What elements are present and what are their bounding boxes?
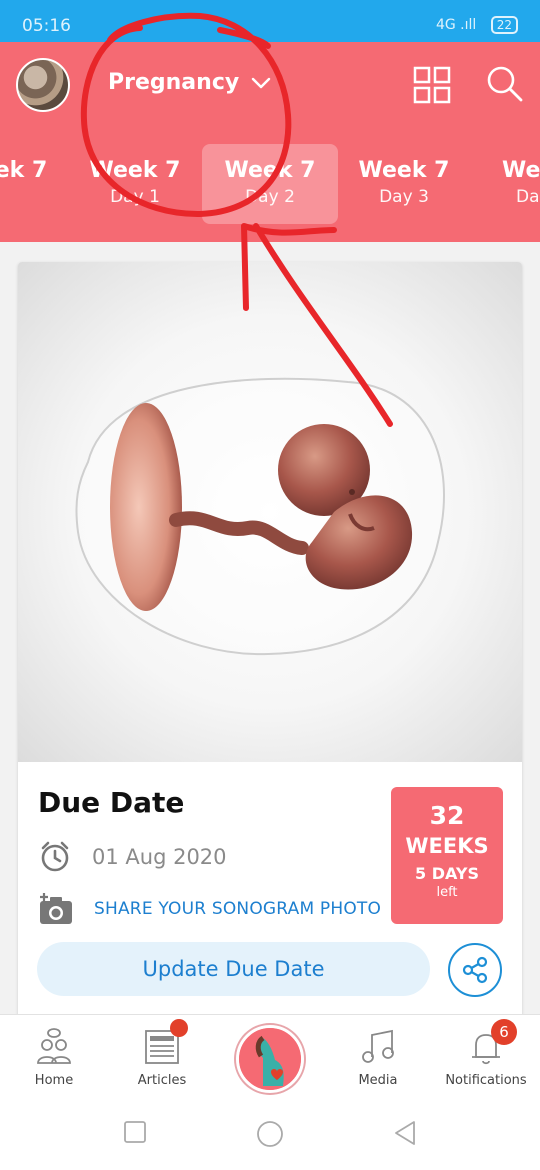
nav-home[interactable]: Home [0,1015,108,1103]
recents-icon[interactable] [123,1120,147,1144]
fetus-illustration [18,262,522,762]
share-sonogram-row[interactable]: SHARE YOUR SONOGRAM PHOTO [38,892,381,926]
search-icon[interactable] [485,64,525,104]
status-indicators: 4G .ıll 22 [436,16,518,34]
week-label: Week 7 [89,158,181,183]
weeks-number: 32 [429,801,465,830]
due-date-value: 01 Aug 2020 [92,845,227,869]
notifications-badge: 6 [491,1019,517,1045]
week-label: Wee [502,158,540,183]
mode-selector[interactable]: Pregnancy [108,70,271,95]
day-label: Da [516,187,540,207]
nav-media-label: Media [358,1073,398,1088]
weeks-left-badge: 32 WEEKS 5 DAYS left [391,787,503,924]
battery-indicator: 22 [490,16,518,34]
chevron-down-icon [251,77,271,89]
day-label: Day 3 [379,187,429,207]
week-item[interactable]: Week 7 Day 3 [336,158,472,207]
pregnant-woman-icon [239,1028,301,1090]
nav-articles-label: Articles [137,1073,187,1088]
due-date-card: Due Date 01 Aug 2020 SHARE YOUR SONOGRAM… [18,262,522,1014]
share-sonogram-link[interactable]: SHARE YOUR SONOGRAM PHOTO [94,899,381,919]
nav-articles[interactable]: Articles [108,1015,216,1103]
left-label: left [436,885,458,900]
week-item[interactable]: Wee Da [492,158,540,207]
home-system-icon[interactable] [256,1120,284,1148]
day-label: Day 1 [110,187,160,207]
signal-indicator: 4G .ıll [435,17,477,33]
avatar[interactable] [16,58,70,112]
bottom-navigation: Home Articles Media 6 Notifications [0,1014,540,1102]
nav-notifications[interactable]: 6 Notifications [432,1015,540,1103]
nav-notifications-label: Notifications [445,1073,527,1088]
day-label: Day 2 [245,187,295,207]
share-button[interactable] [448,943,502,997]
status-bar: 05:16 4G .ıll 22 [0,0,540,42]
days-count: 5 DAYS [415,864,479,883]
week-item-selected[interactable]: Week 7 Day 2 [202,144,338,224]
grid-icon[interactable] [413,66,451,104]
due-date-row: 01 Aug 2020 [38,840,227,874]
update-due-date-button[interactable]: Update Due Date [37,942,430,996]
app-header: Pregnancy ek 7 Week 7 Day 1 Week 7 Day 2… [0,42,540,242]
media-icon [362,1029,394,1063]
status-time: 05:16 [22,16,71,36]
articles-badge [170,1019,188,1037]
week-label: Week 7 [358,158,450,183]
pregnancy-center-button[interactable] [236,1025,304,1093]
content-area[interactable]: Due Date 01 Aug 2020 SHARE YOUR SONOGRAM… [0,242,540,1014]
home-icon [37,1028,71,1064]
weeks-unit: WEEKS [405,834,489,858]
camera-add-icon [40,893,72,924]
week-day-selector[interactable]: ek 7 Week 7 Day 1 Week 7 Day 2 Week 7 Da… [0,142,540,232]
back-icon[interactable] [393,1120,417,1146]
share-icon [462,956,488,984]
week-item[interactable]: Week 7 Day 1 [67,158,203,207]
week-label: Week 7 [224,158,316,183]
mode-label: Pregnancy [108,70,240,95]
nav-home-label: Home [34,1073,74,1088]
nav-media[interactable]: Media [324,1015,432,1103]
due-date-title: Due Date [38,786,185,819]
clock-icon [41,841,69,872]
system-navigation-bar [0,1102,540,1170]
